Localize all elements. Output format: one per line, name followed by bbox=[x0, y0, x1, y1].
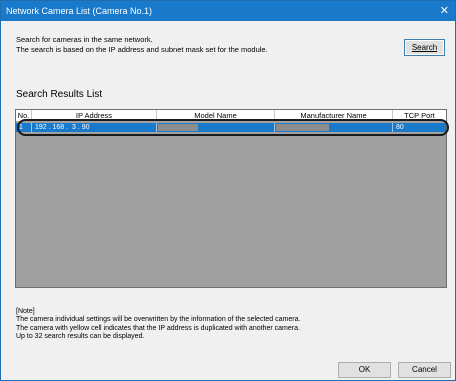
search-results-table: No. IP Address Model Name Manufacturer N… bbox=[15, 109, 449, 288]
column-header-ip-address[interactable]: IP Address bbox=[32, 110, 157, 121]
cell-manufacturer-name bbox=[275, 123, 393, 132]
description: Search for cameras in the same network. … bbox=[16, 35, 268, 55]
note-line: [Note] bbox=[16, 308, 35, 315]
ip-address-value: 192 . 168 . 3 . 90 bbox=[35, 124, 90, 131]
table-header: No. IP Address Model Name Manufacturer N… bbox=[16, 110, 446, 131]
redacted-block bbox=[276, 124, 329, 131]
window-title: Network Camera List (Camera No.1) bbox=[6, 6, 153, 16]
close-icon[interactable]: ✕ bbox=[440, 1, 449, 21]
network-camera-list-dialog: Network Camera List (Camera No.1) ✕ Sear… bbox=[0, 0, 456, 381]
title-bar: Network Camera List (Camera No.1) ✕ bbox=[1, 1, 455, 21]
search-button[interactable]: Search bbox=[404, 39, 445, 56]
column-header-manufacturer-name[interactable]: Manufacturer Name bbox=[275, 110, 393, 121]
note-line: Up to 32 search results can be displayed… bbox=[16, 333, 145, 341]
column-header-no[interactable]: No. bbox=[16, 110, 32, 121]
search-results-label: Search Results List bbox=[16, 89, 103, 100]
cancel-button[interactable]: Cancel bbox=[398, 362, 451, 378]
cell-model-name bbox=[157, 123, 275, 132]
column-header-model-name[interactable]: Model Name bbox=[157, 110, 275, 121]
note-line: The camera with yellow cell indicates th… bbox=[16, 324, 300, 332]
note-text: [Note] The camera individual settings wi… bbox=[16, 308, 300, 342]
description-line: Search for cameras in the same network. bbox=[16, 35, 153, 44]
cell-no: 1 bbox=[16, 123, 32, 132]
table-row[interactable]: 1 192 . 168 . 3 . 90 80 bbox=[16, 123, 446, 132]
column-header-tcp-port[interactable]: TCP Port Number bbox=[393, 110, 446, 131]
cell-tcp-port: 80 bbox=[396, 124, 404, 131]
note-line: The camera individual settings will be o… bbox=[16, 316, 301, 324]
ok-button[interactable]: OK bbox=[338, 362, 391, 378]
description-line: The search is based on the IP address an… bbox=[16, 45, 268, 54]
cell-ip-address[interactable]: 192 . 168 . 3 . 90 bbox=[32, 123, 157, 132]
redacted-block bbox=[158, 124, 198, 131]
